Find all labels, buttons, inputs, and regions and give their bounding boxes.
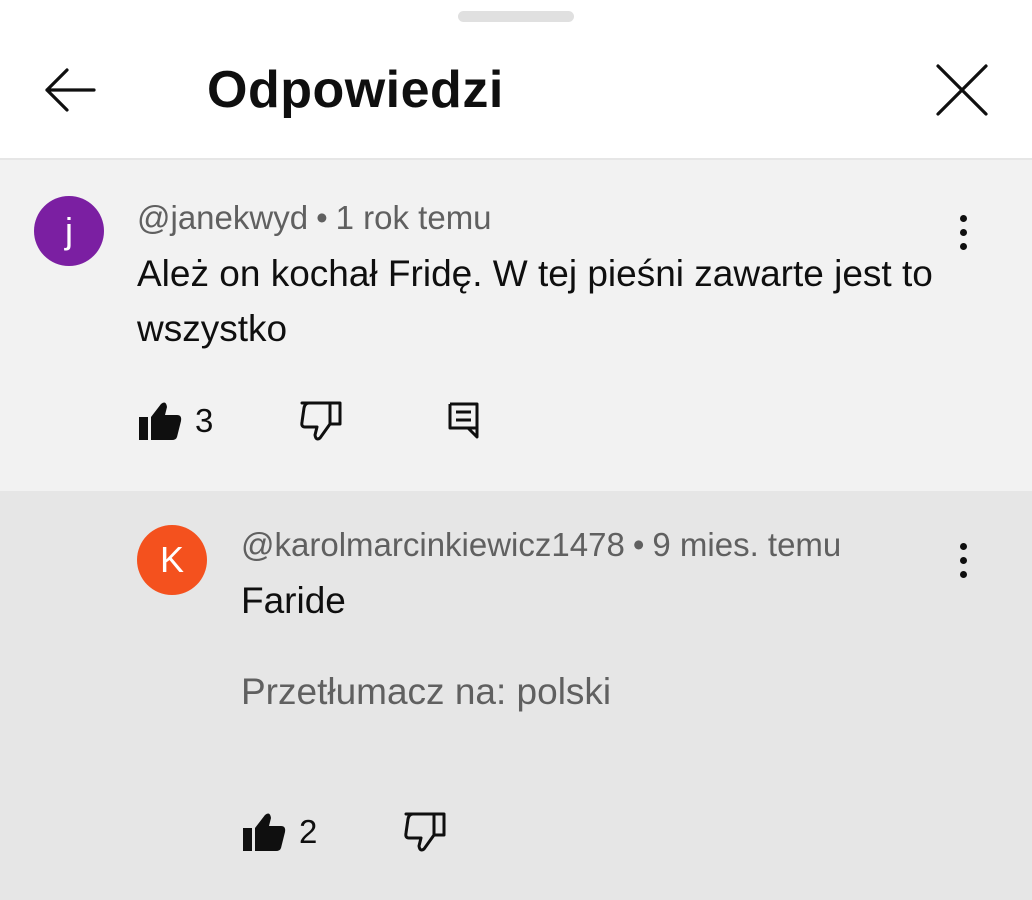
meta-separator: • (632, 526, 645, 563)
thumb-down-icon (404, 812, 446, 852)
avatar-letter: j (65, 210, 73, 251)
thumb-down-icon (300, 401, 342, 441)
meta-separator: • (316, 199, 328, 236)
reply-comment: K @karolmarcinkiewicz1478 • 9 mies. temu F… (0, 491, 1032, 900)
thumb-up-icon (139, 402, 182, 440)
comment-author[interactable]: @janekwyd (137, 199, 308, 236)
comment-meta: @karolmarcinkiewicz1478 • 9 mies. temu (241, 525, 841, 565)
dislike-button[interactable] (298, 400, 344, 442)
comment-author[interactable]: @karolmarcinkiewicz1478 (241, 526, 625, 563)
like-button[interactable]: 3 (137, 400, 213, 442)
dislike-button[interactable] (402, 811, 448, 853)
avatar[interactable]: j (34, 196, 104, 266)
thumb-up-icon (243, 813, 286, 851)
comment-time: 9 mies. temu (652, 526, 842, 563)
close-button[interactable] (922, 50, 1002, 130)
comment-time: 1 rok temu (335, 199, 492, 236)
back-button[interactable] (30, 50, 110, 130)
avatar-letter: K (159, 539, 184, 580)
arrow-left-icon (45, 68, 96, 112)
like-count: 2 (299, 813, 318, 850)
parent-comment: j @janekwyd • 1 rok temu Ależ on kochał Fr… (0, 160, 1032, 491)
comment-text: Faride (241, 580, 346, 621)
comment-meta: @janekwyd • 1 rok temu (137, 198, 492, 238)
like-count: 3 (195, 402, 214, 439)
reply-icon (448, 402, 479, 439)
close-icon (936, 64, 988, 116)
like-button[interactable]: 2 (241, 811, 317, 853)
translate-link[interactable]: Przetłumacz na: polski (241, 669, 611, 715)
reply-button[interactable] (446, 400, 482, 440)
header: Odpowiedzi (0, 30, 1032, 160)
comment-text: Ależ on kochał Fridę. W tej pieśni zawar… (137, 253, 933, 349)
replies-sheet: Odpowiedzi j @janekwyd • 1 rok temu Ależ o… (0, 0, 1032, 900)
drag-handle[interactable] (458, 11, 574, 22)
page-title: Odpowiedzi (207, 61, 504, 119)
avatar[interactable]: K (137, 525, 207, 595)
